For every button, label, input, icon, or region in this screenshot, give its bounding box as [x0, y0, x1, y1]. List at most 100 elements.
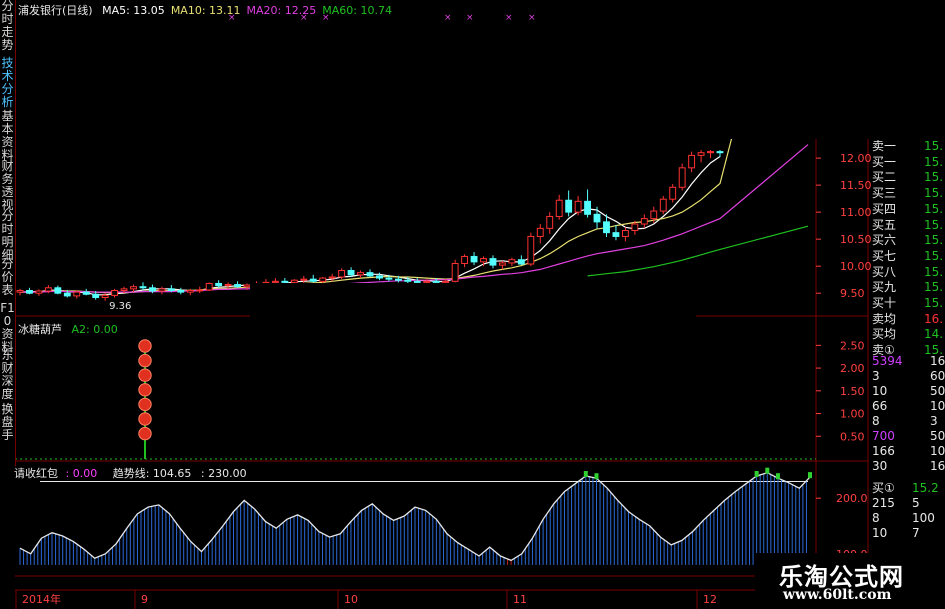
sidebar-tab-4[interactable]: 分时明细 [0, 210, 15, 262]
candle-body [26, 289, 33, 294]
ma-line-ma60 [587, 225, 809, 277]
ma-label-2: MA20: 12.25 [246, 4, 317, 17]
order-row: 买十 15. [868, 296, 945, 311]
candle-body [328, 276, 336, 279]
buy-right: 7 [912, 526, 920, 540]
order-row: 买均 14. [868, 327, 945, 342]
order-level-price: 15. [924, 170, 944, 185]
x-axis-label: 11 [513, 593, 527, 606]
order-level-label: 买均 [872, 327, 897, 342]
order-level-label: 买二 [872, 170, 897, 185]
sidebar-tab-0[interactable]: 分时走势 [0, 0, 15, 52]
sidebar-tab-1[interactable]: 技术分析 [0, 57, 15, 109]
candle-body [300, 278, 308, 281]
order-row: 买九 15. [868, 280, 945, 295]
signal-mark: × [444, 13, 452, 23]
candle-body [139, 286, 147, 289]
sidebar-tab-6[interactable]: F10资料 [0, 302, 15, 354]
volume-row: 700 50 [868, 429, 945, 444]
signal-mark: × [466, 13, 474, 23]
candle-body [167, 288, 175, 291]
order-level-label: 买九 [872, 280, 897, 295]
sidebar-tab-8[interactable]: 换盘手 [0, 403, 15, 442]
order-level-label: 买五 [872, 217, 897, 232]
order-level-price: 15. [924, 217, 944, 232]
buy-row: 215 5 [868, 496, 945, 511]
candle-body [423, 280, 431, 283]
candle-body [517, 259, 525, 265]
candle-body [678, 167, 686, 188]
order-row: 卖均 16. [868, 312, 945, 327]
sidebar-tab-5[interactable]: 分价表 [0, 258, 15, 297]
candle-body [281, 280, 289, 283]
order-level-price: 15. [924, 264, 944, 279]
ma-label-0: MA5: 13.05 [102, 4, 165, 17]
candle-body [92, 293, 100, 299]
signal-bead [138, 397, 152, 412]
candle-body [404, 279, 412, 282]
candle-body [44, 287, 52, 292]
price-panel-header: 浦发银行(日线) MA5: 13.05 MA10: 13.11 MA20: 12.2… [18, 2, 392, 18]
trend-panel-header: 请收红包 : 0.00 趋势线: 104.65 : 230.00 [14, 465, 247, 481]
x-axis-label: 2014年 [22, 592, 61, 606]
buy-row: 8 100 [868, 511, 945, 526]
volume-right: 50 [930, 429, 945, 443]
x-axis-label: 12 [703, 593, 717, 606]
candle-body [612, 232, 620, 237]
candle-body [640, 218, 648, 225]
volume-right: 10 [930, 444, 945, 458]
order-level-price: 15. [924, 186, 944, 201]
candle-body [508, 259, 516, 264]
candle-body [101, 294, 109, 299]
order-row: 买五 15. [868, 218, 945, 233]
occlusion-top [534, 0, 945, 139]
volume-left: 30 [872, 459, 888, 473]
candle-body [621, 230, 629, 237]
volume-row: 66 10 [868, 399, 945, 414]
candle-body [451, 262, 459, 282]
kline-chart[interactable]: 2014年 9 10 11 12 9.50 10.00 10.50 11.00 11.50 12.0… [0, 0, 945, 609]
candle-body [584, 200, 591, 215]
candle-body [35, 290, 43, 294]
candle-body [442, 280, 450, 283]
volume-row: 30 16 [868, 459, 945, 474]
signal-bead [138, 426, 152, 441]
trend-tick-label: 200.0 [836, 492, 868, 505]
order-level-label: 买十 [872, 296, 897, 310]
sidebar-tab-3[interactable]: 财务透视 [0, 160, 15, 212]
trend-peak-marker [754, 471, 759, 477]
order-level-price: 15. [924, 201, 944, 216]
signal-tick-label: 0.50 [840, 430, 865, 443]
buy-right: 5 [912, 496, 920, 510]
order-level-price: 15. [924, 248, 944, 263]
volume-row: 10 50 [868, 384, 945, 399]
candle-body [243, 284, 251, 288]
signal-mark: × [505, 13, 513, 23]
occlusion-mid [250, 283, 696, 326]
order-level-label: 卖均 [872, 311, 897, 326]
stock-title: 浦发银行(日线) [18, 4, 93, 17]
candle-body [357, 272, 364, 276]
sidebar-tab-7[interactable]: 东财深度 [0, 349, 15, 401]
candle-body [73, 291, 81, 297]
signal-tick-label: 2.00 [840, 362, 865, 375]
sidebar-tab-2[interactable]: 基本资料 [0, 110, 15, 162]
order-level-price: 14. [924, 327, 944, 342]
volume-left: 166 [872, 444, 895, 458]
candle-body [158, 288, 166, 292]
volume-row: 166 10 [868, 444, 945, 459]
order-level-label: 买八 [872, 264, 897, 279]
candle-body [149, 287, 156, 292]
price-tick-label: 10.50 [840, 233, 872, 246]
candle-body [385, 277, 393, 280]
candle-body [650, 210, 658, 220]
signal-tick-label: 2.50 [840, 339, 865, 352]
candle-body [347, 269, 355, 276]
candle-body [224, 284, 232, 287]
volume-right: 60 [930, 369, 945, 383]
candle-body [565, 199, 573, 213]
trend-value-1: : 0.00 [65, 467, 98, 480]
buy-right: 100 [912, 511, 935, 525]
candle-body [489, 258, 497, 266]
volume-left: 700 [872, 429, 895, 443]
